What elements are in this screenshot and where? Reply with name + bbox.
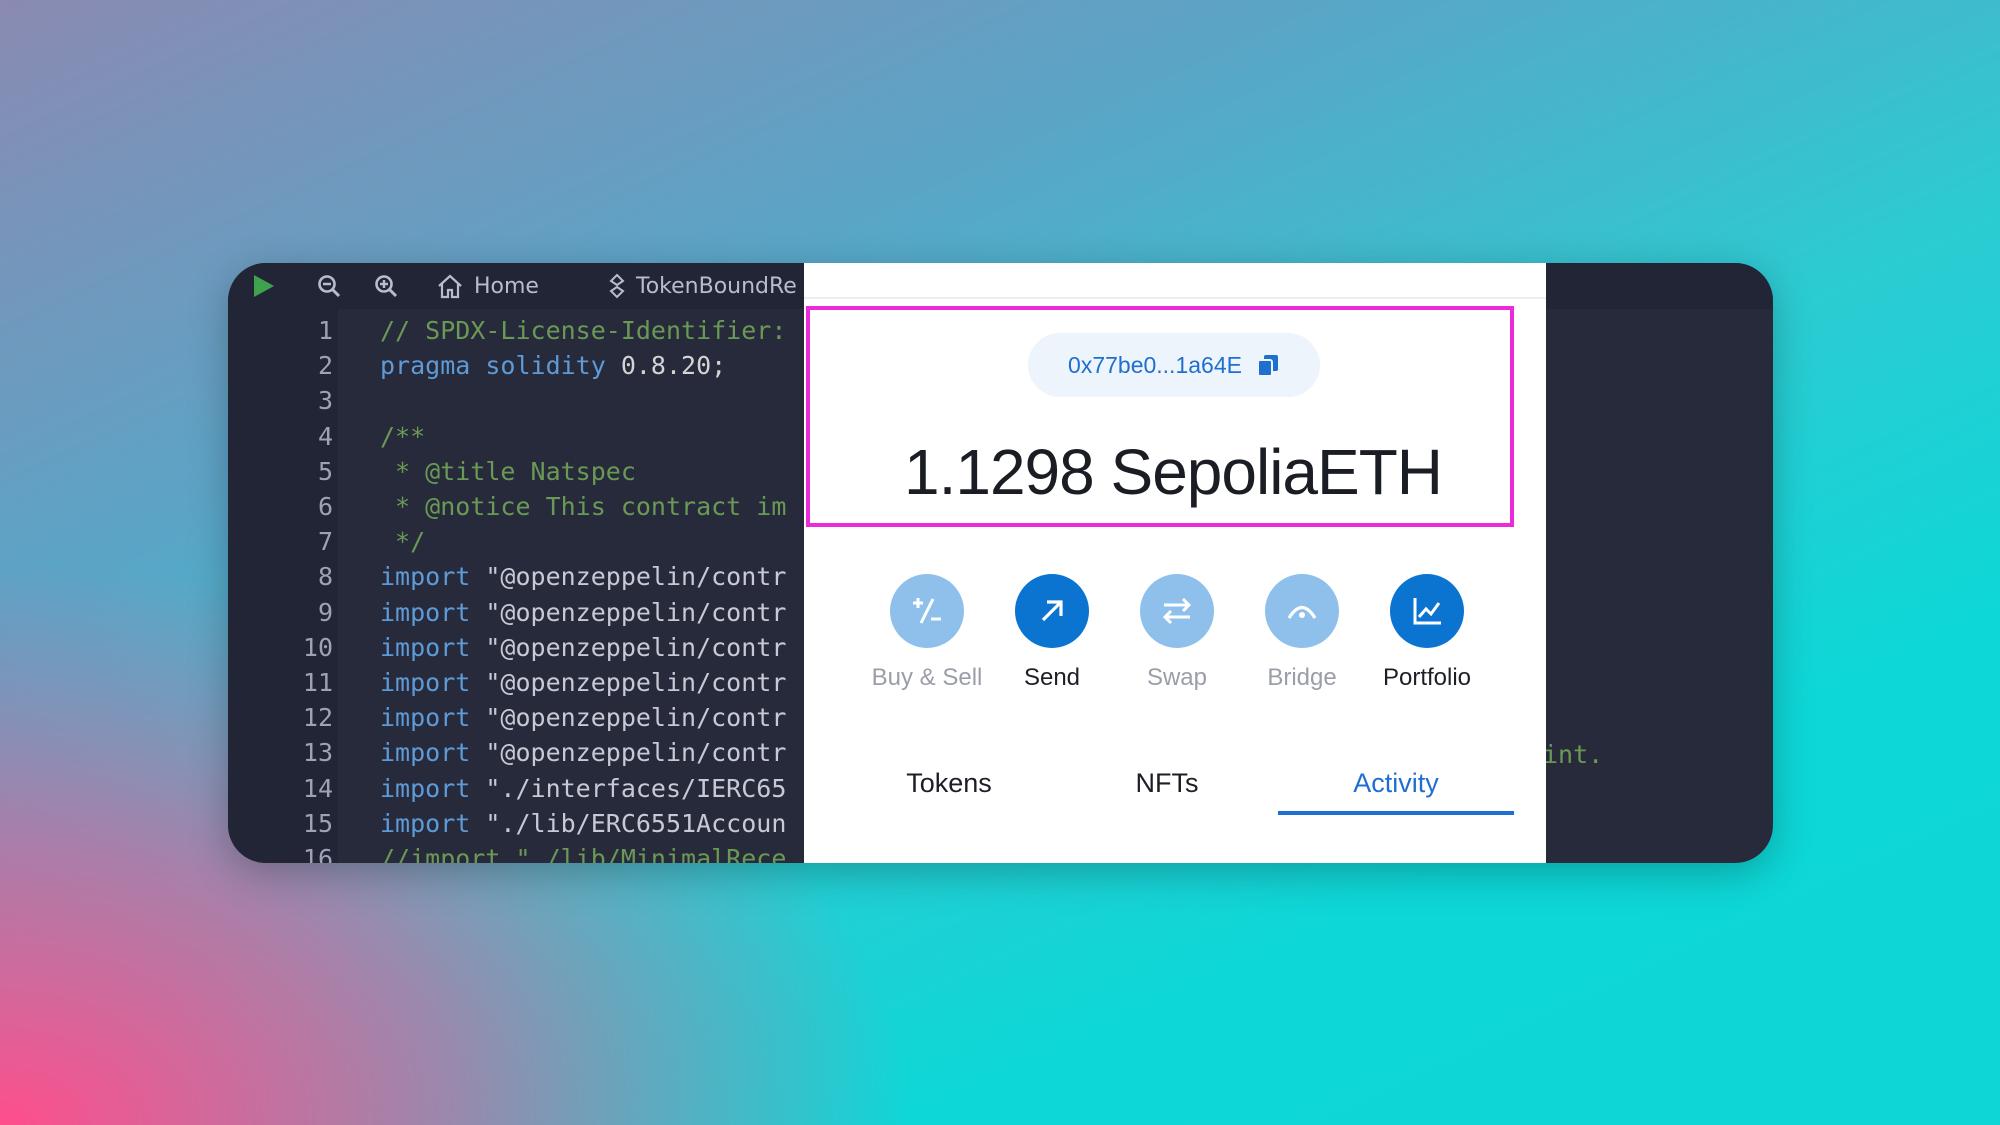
code-token: "./interfaces/IERC65 bbox=[485, 773, 787, 803]
swap-button[interactable]: Swap bbox=[1112, 574, 1242, 692]
portfolio-label: Portfolio bbox=[1382, 664, 1472, 691]
code-text: */ bbox=[380, 527, 425, 556]
account-address: 0x77be0...1a64E bbox=[1068, 351, 1242, 378]
home-tab[interactable]: Home bbox=[436, 263, 539, 309]
line-number: 1 bbox=[317, 316, 333, 345]
zoom-in-icon bbox=[375, 275, 398, 298]
bridge-icon bbox=[1265, 574, 1339, 648]
code-text: * @title Natspec bbox=[380, 457, 636, 486]
code-token: import bbox=[380, 668, 486, 697]
line-number: 10 bbox=[302, 632, 333, 662]
buy-sell-label: Buy & Sell bbox=[871, 664, 983, 691]
code-token: import bbox=[380, 632, 486, 662]
line-number: 3 bbox=[317, 386, 333, 416]
wallet-top-divider bbox=[804, 297, 1546, 299]
swap-label: Swap bbox=[1146, 664, 1208, 691]
send-button[interactable]: Send bbox=[987, 574, 1117, 692]
code-token: 0.8.20; bbox=[620, 351, 727, 381]
code-text: import "@openzeppelin/contr bbox=[380, 598, 786, 627]
code-text: import "@openzeppelin/contr bbox=[380, 633, 786, 662]
code-text: // SPDX-License-Identifier: bbox=[380, 316, 786, 345]
wallet-tabs: Tokens NFTs Activity bbox=[804, 753, 1542, 823]
copy-icon[interactable] bbox=[1256, 353, 1280, 377]
play-icon bbox=[254, 275, 274, 297]
code-token: "@openzeppelin/contr bbox=[485, 562, 787, 592]
line-number: 4 bbox=[317, 421, 333, 451]
code-text: import "@openzeppelin/contr bbox=[380, 738, 786, 767]
code-text: import "@openzeppelin/contr bbox=[380, 668, 786, 697]
code-token: import bbox=[380, 562, 486, 592]
file-tab-label: TokenBoundRe bbox=[636, 273, 797, 299]
code-text: /** bbox=[380, 422, 425, 451]
code-token: import bbox=[380, 597, 486, 627]
balance-display: 1.1298 SepoliaETH bbox=[903, 436, 1443, 508]
bridge-label: Bridge bbox=[1267, 664, 1337, 691]
code-token: import bbox=[380, 773, 486, 803]
code-token: "@openzeppelin/contr bbox=[485, 597, 787, 627]
code-token: /** bbox=[380, 421, 426, 451]
code-token: */ bbox=[380, 527, 426, 557]
code-token: import bbox=[380, 808, 486, 838]
code-token: import bbox=[380, 703, 486, 733]
line-number: 16 bbox=[302, 844, 333, 863]
home-icon bbox=[438, 274, 462, 299]
tab-activity[interactable]: Activity bbox=[1278, 753, 1514, 813]
code-overflow-text: int. bbox=[1543, 740, 1604, 769]
line-number: 14 bbox=[302, 773, 333, 803]
line-number: 7 bbox=[317, 527, 333, 557]
code-text: //import "./lib/MinimalRece bbox=[380, 844, 786, 863]
home-tab-label: Home bbox=[474, 273, 539, 299]
buy-sell-button[interactable]: Buy & Sell bbox=[862, 574, 992, 692]
code-token: "@openzeppelin/contr bbox=[485, 632, 787, 662]
code-text: import "./lib/ERC6551Accoun bbox=[380, 809, 786, 838]
zoom-out-button[interactable] bbox=[316, 263, 342, 309]
code-token: "@openzeppelin/contr bbox=[485, 668, 787, 697]
code-token: pragma solidity bbox=[380, 351, 621, 381]
line-number: 6 bbox=[317, 492, 333, 521]
wallet-actions: Buy & Sell Send Swap Bridge Portfolio bbox=[862, 574, 1471, 691]
code-token: * @notice This contract im bbox=[380, 492, 787, 521]
run-button[interactable] bbox=[250, 263, 276, 309]
line-number: 11 bbox=[302, 668, 333, 697]
line-number: 15 bbox=[302, 808, 333, 838]
code-text: import "./interfaces/IERC65 bbox=[380, 774, 786, 803]
code-text: import "@openzeppelin/contr bbox=[380, 703, 786, 732]
line-number: 9 bbox=[317, 597, 333, 627]
tab-nfts[interactable]: NFTs bbox=[1072, 753, 1262, 813]
code-text: pragma solidity 0.8.20; bbox=[380, 351, 726, 380]
code-text: import "@openzeppelin/contr bbox=[380, 562, 786, 591]
send-label: Send bbox=[1023, 664, 1081, 691]
account-address-button[interactable]: 0x77be0...1a64E bbox=[1028, 333, 1320, 397]
zoom-in-button[interactable] bbox=[373, 263, 399, 309]
send-icon bbox=[1015, 574, 1089, 648]
line-number: 12 bbox=[302, 703, 333, 733]
code-text: * @notice This contract im bbox=[380, 492, 786, 521]
solidity-file-icon bbox=[609, 273, 625, 299]
portfolio-button[interactable]: Portfolio bbox=[1362, 574, 1492, 692]
line-number: 13 bbox=[302, 738, 333, 768]
code-token: //import "./lib/MinimalRece bbox=[380, 844, 787, 863]
code-token: * @title Natspec bbox=[380, 456, 636, 486]
wallet-panel: 0x77be0...1a64E 1.1298 SepoliaETH Buy & … bbox=[804, 263, 1546, 863]
code-token: // SPDX-License-Identifier: bbox=[380, 316, 787, 345]
portfolio-icon bbox=[1390, 574, 1464, 648]
swap-icon bbox=[1140, 574, 1214, 648]
code-token: "./lib/ERC6551Accoun bbox=[485, 808, 787, 838]
buy-sell-icon bbox=[890, 574, 964, 648]
code-token: "@openzeppelin/contr bbox=[485, 738, 787, 768]
line-number: 5 bbox=[317, 456, 333, 486]
code-token: "@openzeppelin/contr bbox=[485, 703, 787, 733]
bridge-button[interactable]: Bridge bbox=[1237, 574, 1367, 692]
file-tab[interactable]: TokenBoundRe bbox=[608, 263, 797, 309]
active-tab-indicator bbox=[1278, 811, 1514, 815]
line-number: 8 bbox=[317, 562, 333, 592]
zoom-out-icon bbox=[318, 275, 341, 298]
tab-tokens[interactable]: Tokens bbox=[854, 753, 1044, 813]
code-token: import bbox=[380, 738, 486, 768]
line-number: 2 bbox=[317, 351, 333, 381]
